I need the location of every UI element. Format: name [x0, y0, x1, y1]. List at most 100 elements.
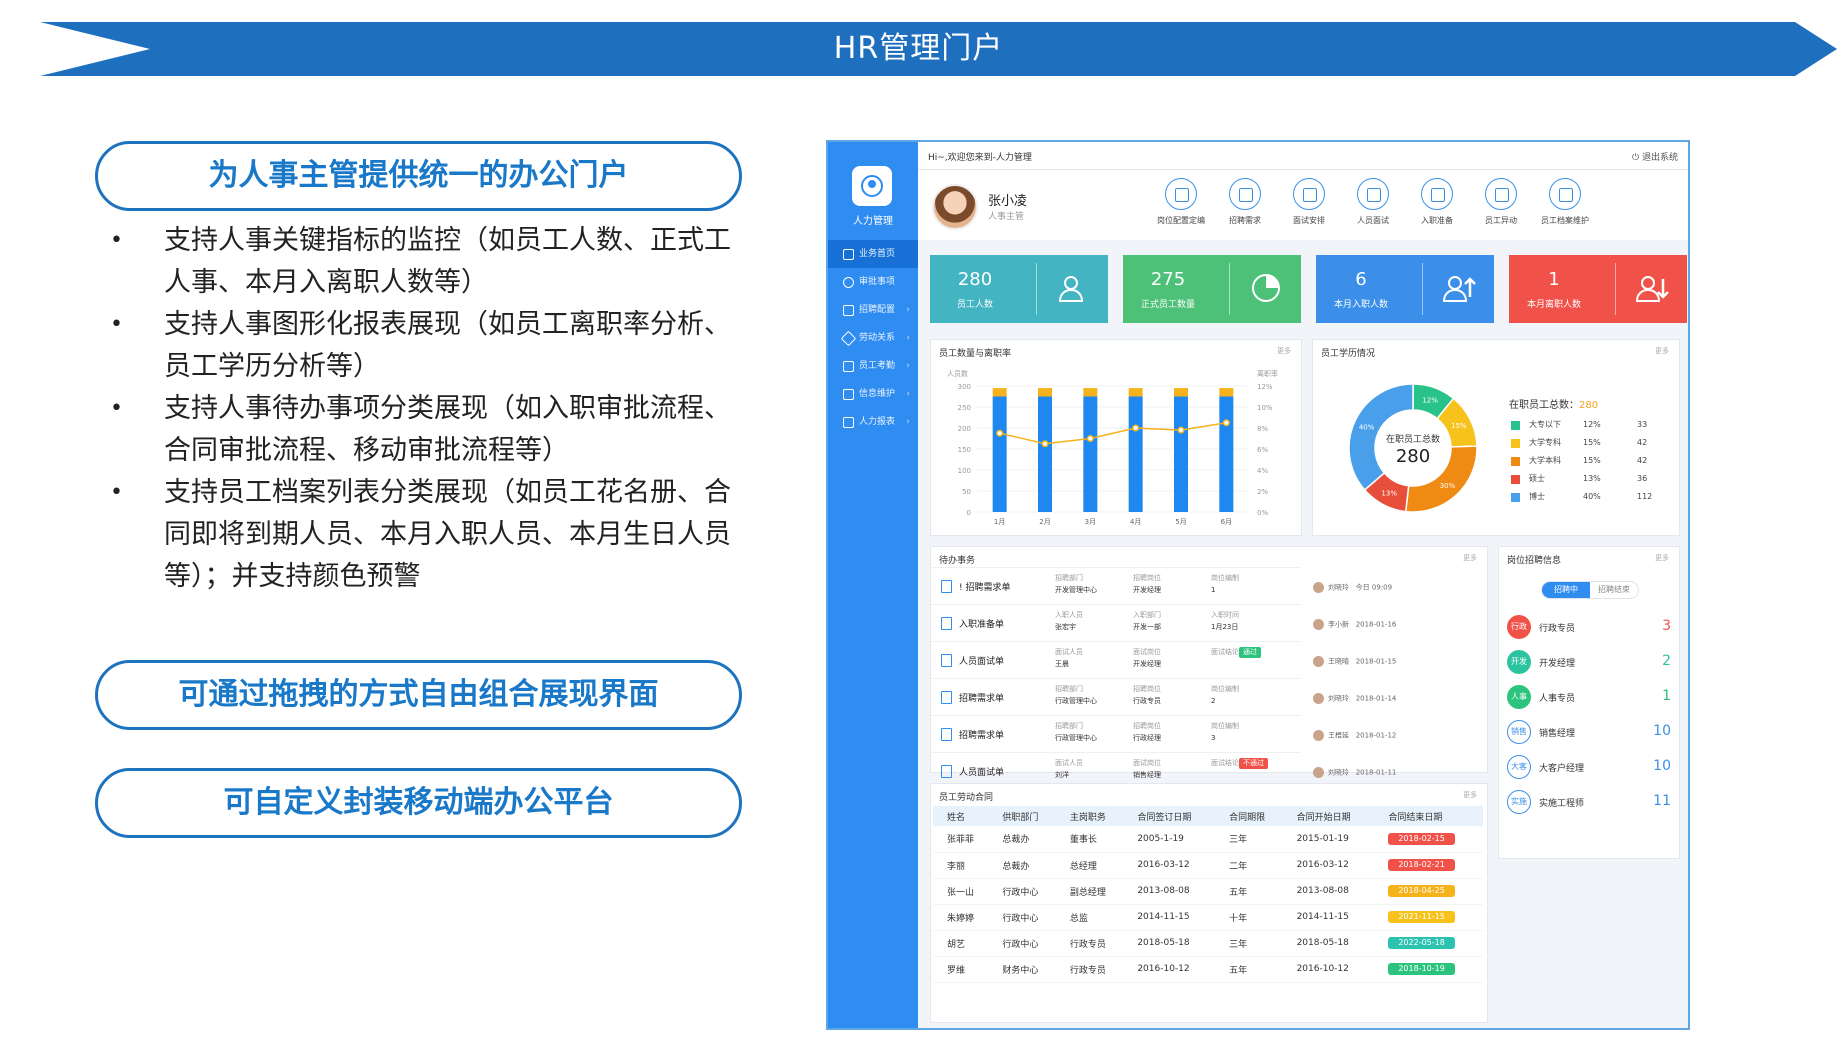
- table-cell: 2018-02-15: [1374, 826, 1483, 853]
- contracts-table: 姓名 供职部门 主岗职务 合同签订日期 合同期限 合同开始日期 合同结束日期 张菲菲 总裁办董…: [933, 806, 1483, 983]
- table-row[interactable]: 李丽 总裁办 总经理 2016-03-12 二年 2016-03-12 2018-02-21: [933, 852, 1483, 879]
- tab-recruiting[interactable]: 招聘中: [1542, 582, 1590, 598]
- more-link[interactable]: 更多: [1463, 553, 1477, 563]
- banner-title: HR管理门户: [833, 31, 1004, 66]
- quick-action-onboarding[interactable]: 入职准备: [1407, 178, 1467, 226]
- sidebar-item-info[interactable]: 信息维护 ›: [828, 380, 918, 408]
- table-row[interactable]: 罗维 财务中心 行政专员 2016-10-12 五年 2016-10-12 2018-10-…: [933, 956, 1483, 983]
- chevron-right-icon: ›: [906, 417, 910, 427]
- logout-label: 退出系统: [1641, 153, 1678, 163]
- table-row[interactable]: 张一山 行政中心 副总经理 2013-08-08 五年 2013-08-08 2018-04…: [933, 878, 1483, 905]
- todo-name: 招聘需求单: [959, 694, 1005, 704]
- recruit-item[interactable]: 行政 行政专员 3: [1507, 607, 1675, 647]
- table-row[interactable]: 胡艺 行政中心 行政专员 2018-05-18 三年 2018-05-18 2022-05-…: [933, 930, 1483, 957]
- todo-field-value: 开发经理: [1133, 586, 1161, 594]
- opening-count: 1: [1662, 688, 1671, 704]
- column-header[interactable]: 合同期限: [1215, 806, 1283, 826]
- more-link[interactable]: 更多: [1655, 553, 1669, 563]
- legend-name: 大学专科: [1529, 438, 1561, 447]
- more-link[interactable]: 更多: [1463, 790, 1477, 800]
- quick-action-recruit-demand[interactable]: 招聘需求: [1215, 178, 1275, 226]
- todo-owner: 王梧延 2018-01-12: [1313, 730, 1396, 741]
- y2-tick-label: 8%: [1257, 425, 1268, 433]
- todo-name: 入职准备单: [959, 620, 1005, 630]
- recruit-item[interactable]: 实施 实施工程师 11: [1507, 782, 1675, 822]
- more-link[interactable]: 更多: [1655, 346, 1669, 356]
- todo-card: 待办事务 更多 ! 招聘需求单 招聘部门 开发管理中心 招聘岗位 开发经理 岗位编制 1 刘晓…: [930, 546, 1488, 779]
- quick-action-position-config[interactable]: 岗位配置定编: [1151, 178, 1211, 226]
- recruit-item[interactable]: 开发 开发经理 2: [1507, 642, 1675, 682]
- legend-swatch: [1511, 421, 1520, 430]
- sidebar-item-attendance[interactable]: 员工考勤 ›: [828, 352, 918, 380]
- todo-item[interactable]: ! 招聘需求单 招聘部门 开发管理中心 招聘岗位 开发经理 岗位编制 1 刘晓玲 今日 09:…: [931, 567, 1392, 604]
- line-point: [996, 429, 1004, 437]
- column-header[interactable]: 姓名: [933, 806, 989, 826]
- table-cell: 2013-08-08: [1123, 878, 1216, 905]
- more-link[interactable]: 更多: [1277, 346, 1291, 356]
- quick-action-interview[interactable]: 人员面试: [1343, 178, 1403, 226]
- sidebar-item-approval[interactable]: 审批事项: [828, 268, 918, 296]
- tab-ended[interactable]: 招聘结束: [1590, 582, 1638, 598]
- todo-item[interactable]: 招聘需求单 招聘部门 行政管理中心 招聘岗位 行政经理 岗位编制 3 王梧延 2018-01-…: [931, 715, 1396, 752]
- sidebar-item-labor[interactable]: 劳动关系 ›: [828, 324, 918, 352]
- line-point: [1177, 426, 1185, 434]
- position-badge: 行政: [1507, 615, 1531, 639]
- legend-row: 硕士 13% 36: [1511, 470, 1661, 488]
- home-icon: [843, 249, 854, 260]
- logout-button[interactable]: ⏻ 退出系统: [1632, 150, 1678, 163]
- slice-label: 15%: [1451, 422, 1467, 430]
- column-header[interactable]: 合同结束日期: [1374, 806, 1483, 826]
- table-cell: 2022-05-18: [1374, 930, 1483, 957]
- legend-count: 36: [1637, 474, 1648, 483]
- table-row[interactable]: 朱婷婷 行政中心 总监 2014-11-15 十年 2014-11-15 2021-11-1…: [933, 904, 1483, 931]
- table-row[interactable]: 张菲菲 总裁办 董事长 2005-1-19 三年 2015-01-19 2018-02-15: [933, 826, 1483, 853]
- stat-value: 280: [957, 269, 993, 290]
- stat-card-left[interactable]: 1 本月离职人数: [1509, 255, 1687, 323]
- info-icon: [843, 389, 854, 400]
- quick-action-archive[interactable]: 员工档案维护: [1535, 178, 1595, 226]
- column-header[interactable]: 供职部门: [988, 806, 1056, 826]
- y-tick-label: 200: [958, 425, 971, 433]
- sidebar-item-report[interactable]: 人力报表 ›: [828, 408, 918, 436]
- y2-axis-label: 离职率: [1257, 369, 1278, 378]
- bullet-dot-icon: •: [110, 228, 123, 253]
- table-cell: 2021-11-15: [1374, 904, 1483, 931]
- education-card: 员工学历情况 更多 12% 15% 30% 13% 40% 在职员工总数 280 在职员…: [1312, 339, 1680, 536]
- legend-name: 硕士: [1529, 474, 1545, 483]
- x-tick-label: 5月: [1175, 518, 1186, 526]
- stat-card-employees[interactable]: 280 员工人数: [930, 255, 1108, 323]
- column-header[interactable]: 合同签订日期: [1123, 806, 1216, 826]
- bar: [1038, 396, 1052, 512]
- todo-item[interactable]: 招聘需求单 招聘部门 行政管理中心 招聘岗位 行政专员 岗位编制 2 刘晓玲 2018-01-…: [931, 678, 1396, 715]
- stat-card-regular[interactable]: 275 正式员工数量: [1123, 255, 1301, 323]
- todo-field: 面试结论 通过: [1211, 646, 1281, 658]
- bar-top: [1038, 388, 1052, 397]
- recruit-item[interactable]: 大客 大客户经理 10: [1507, 747, 1675, 787]
- sidebar-item-home[interactable]: 业务首页: [828, 240, 918, 268]
- quick-action-transfer[interactable]: 员工异动: [1471, 178, 1531, 226]
- todo-field: 入职部门 开发一部: [1133, 609, 1203, 633]
- stat-card-joined[interactable]: 6 本月入职人数: [1316, 255, 1494, 323]
- slice-label: 12%: [1422, 396, 1438, 404]
- recruit-item[interactable]: 人事 人事专员 1: [1507, 677, 1675, 717]
- avatar[interactable]: [932, 184, 978, 230]
- y-tick-label: 0: [967, 509, 971, 517]
- quick-action-interview-schedule[interactable]: 面试安排: [1279, 178, 1339, 226]
- todo-item[interactable]: 人员面试单 面试人员 王晨 面试岗位 开发经理 面试结论 通过 王晓晴 2018-01-15: [931, 641, 1396, 678]
- todo-item[interactable]: 入职准备单 入职人员 张宏宇 入职部门 开发一部 入职时间 1月23日 李小新 2018-01…: [931, 604, 1396, 641]
- bar: [1219, 396, 1234, 512]
- document-icon: [941, 617, 952, 630]
- headline-callout: 为人事主管提供统一的办公门户: [95, 141, 742, 211]
- sidebar-item-label: 信息维护: [859, 389, 896, 399]
- todo-field: 招聘岗位 行政专员: [1133, 683, 1203, 707]
- power-icon: ⏻: [1632, 153, 1642, 163]
- user-transfer-icon: [1485, 178, 1517, 210]
- column-header[interactable]: 主岗职务: [1055, 806, 1124, 826]
- column-header[interactable]: 合同开始日期: [1282, 806, 1375, 826]
- recruit-item[interactable]: 销售 销售经理 10: [1507, 712, 1675, 752]
- todo-name: ! 招聘需求单: [959, 583, 1011, 593]
- app-logo-icon[interactable]: [852, 166, 892, 206]
- table-cell: 2018-04-25: [1374, 878, 1483, 905]
- sidebar-item-recruit-config[interactable]: 招聘配置 ›: [828, 296, 918, 324]
- bar-top: [1219, 388, 1234, 397]
